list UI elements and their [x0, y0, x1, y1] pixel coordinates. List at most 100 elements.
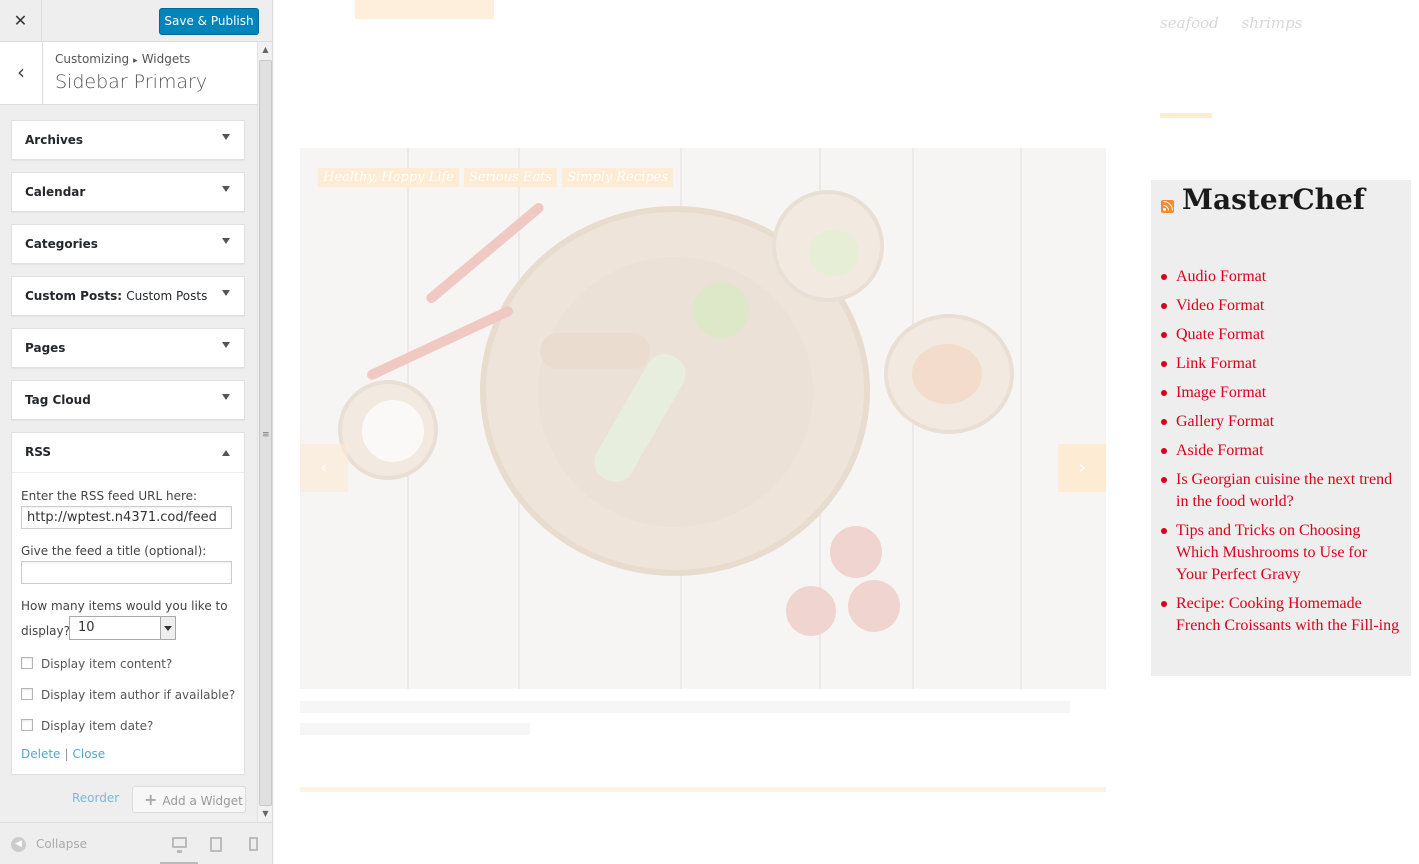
- tag-link[interactable]: shrimps: [1242, 14, 1303, 32]
- category-badge[interactable]: Simply Recipes: [562, 168, 673, 187]
- chevron-up-icon[interactable]: [222, 450, 230, 456]
- shrimp: [912, 344, 982, 404]
- category-badge[interactable]: Serious Eats: [463, 168, 558, 187]
- rss-item-link[interactable]: Aside Format: [1161, 440, 1401, 462]
- widget-archives[interactable]: Archives: [11, 120, 245, 160]
- featured-slider: Healthy, Happy Life Serious Eats Simply Re…: [300, 148, 1106, 689]
- show-date-checkbox[interactable]: [21, 719, 33, 731]
- delete-link[interactable]: Delete: [21, 747, 60, 761]
- widget-title: Pages: [25, 341, 66, 355]
- customizer-footer: ◀ Collapse: [0, 822, 272, 864]
- section-header: ‹ Customizing ▸ Widgets Sidebar Primary: [0, 42, 257, 105]
- excerpt-line: [300, 723, 530, 735]
- collapse-button[interactable]: Collapse: [36, 837, 87, 851]
- widget-tag-cloud[interactable]: Tag Cloud: [11, 380, 245, 420]
- widget-title: Categories: [25, 237, 98, 251]
- panel-scrollbar[interactable]: ▲ ≡ ▼: [257, 42, 272, 822]
- scroll-up-arrow-icon[interactable]: ▲: [258, 42, 272, 58]
- widget-type: Custom Posts:: [25, 289, 123, 303]
- collapse-icon[interactable]: ◀: [11, 837, 26, 852]
- feed-title-input[interactable]: [21, 561, 232, 584]
- show-content-label: Display item content?: [41, 657, 173, 671]
- rss-item-link[interactable]: Is Georgian cuisine the next trend in th…: [1161, 469, 1401, 513]
- chevron-down-icon[interactable]: [222, 342, 230, 348]
- breadcrumb-root: Customizing: [55, 52, 130, 66]
- rss-item-link[interactable]: Video Format: [1161, 295, 1401, 317]
- widget-rss: RSS Enter the RSS feed URL here: http://…: [11, 432, 245, 775]
- rss-item-link[interactable]: Recipe: Cooking Homemade French Croissan…: [1161, 593, 1401, 637]
- add-widget-button[interactable]: + Add a Widget: [132, 786, 246, 813]
- read-more-button[interactable]: [355, 0, 494, 19]
- show-author-row: Display item author if available?: [21, 688, 235, 702]
- breadcrumb-section: Widgets: [141, 52, 191, 66]
- chevron-down-icon[interactable]: [222, 394, 230, 400]
- grip-icon: ≡: [262, 430, 270, 440]
- chevron-left-icon[interactable]: ‹: [300, 444, 348, 492]
- section-accent: [1160, 113, 1212, 118]
- rss-sidebar-widget: MasterChef Audio Format Video Format Qua…: [1151, 180, 1411, 676]
- ginger: [540, 333, 650, 369]
- rss-item-link[interactable]: Link Format: [1161, 353, 1401, 375]
- rice: [362, 400, 424, 462]
- item-count-label: How many items would you like to: [21, 599, 228, 613]
- close-icon[interactable]: ✕: [0, 0, 42, 42]
- scroll-down-arrow-icon[interactable]: ▼: [258, 806, 272, 822]
- item-count-select[interactable]: 10: [69, 616, 176, 640]
- customizer-header: ✕ Save & Publish: [0, 0, 272, 42]
- mobile-icon[interactable]: [249, 837, 258, 851]
- item-count-value: 10: [78, 620, 95, 635]
- reorder-link[interactable]: Reorder: [72, 791, 119, 805]
- show-content-checkbox[interactable]: [21, 657, 33, 669]
- chevron-down-icon[interactable]: [222, 290, 230, 296]
- rss-item-link[interactable]: Quate Format: [1161, 324, 1401, 346]
- show-author-label: Display item author if available?: [41, 688, 236, 702]
- chevron-down-icon[interactable]: [222, 134, 230, 140]
- chevron-down-icon[interactable]: [222, 238, 230, 244]
- widget-custom-posts[interactable]: Custom Posts: Custom Posts: [11, 276, 245, 316]
- save-publish-button[interactable]: Save & Publish: [159, 8, 259, 35]
- tag-link[interactable]: seafood: [1160, 14, 1219, 32]
- back-button[interactable]: ‹: [0, 42, 43, 105]
- desktop-icon[interactable]: [172, 837, 187, 853]
- widget-title: Archives: [25, 133, 84, 147]
- show-author-checkbox[interactable]: [21, 688, 33, 700]
- scroll-thumb[interactable]: ≡: [259, 60, 272, 806]
- widget-pages[interactable]: Pages: [11, 328, 245, 368]
- widget-actions: Delete | Close: [21, 747, 105, 761]
- feed-title-label: Give the feed a title (optional):: [21, 544, 207, 558]
- rss-item-link[interactable]: Tips and Tricks on Choosing Which Mushro…: [1161, 520, 1401, 586]
- tomato: [830, 526, 882, 578]
- site-preview: seafood shrimps Healthy, Happy Life Serio…: [274, 0, 1419, 864]
- lime: [693, 282, 749, 338]
- close-link[interactable]: Close: [72, 747, 105, 761]
- rss-item-link[interactable]: Gallery Format: [1161, 411, 1401, 433]
- tag-cloud: seafood shrimps: [1160, 14, 1320, 32]
- tomato: [848, 580, 900, 632]
- widget-calendar[interactable]: Calendar: [11, 172, 245, 212]
- rss-widget-header[interactable]: RSS: [12, 433, 244, 473]
- rss-widget-title[interactable]: MasterChef: [1182, 183, 1365, 216]
- plus-icon: +: [144, 790, 158, 809]
- rss-item-link[interactable]: Audio Format: [1161, 266, 1401, 288]
- chevron-down-icon[interactable]: [222, 186, 230, 192]
- rss-item-list: Audio Format Video Format Quate Format L…: [1161, 266, 1401, 644]
- breadcrumb-separator: ▸: [133, 56, 138, 66]
- rss-item-link[interactable]: Image Format: [1161, 382, 1401, 404]
- post-divider: [300, 787, 1106, 792]
- feed-url-input[interactable]: http://wptest.n4371.cod/feed: [21, 506, 232, 529]
- panel-title: Sidebar Primary: [55, 71, 208, 93]
- tablet-icon[interactable]: [210, 837, 222, 852]
- wood-plank: [1020, 148, 1022, 689]
- add-widget-label: Add a Widget: [162, 794, 243, 808]
- show-date-row: Display item date?: [21, 719, 153, 733]
- excerpt-line: [300, 701, 1070, 713]
- widget-categories[interactable]: Categories: [11, 224, 245, 264]
- widget-title: Custom Posts: Custom Posts: [25, 289, 207, 303]
- tomato: [786, 586, 836, 636]
- chevron-right-icon[interactable]: ›: [1058, 444, 1106, 492]
- show-date-label: Display item date?: [41, 719, 154, 733]
- dropdown-arrow-icon[interactable]: [160, 617, 175, 639]
- category-badge[interactable]: Healthy, Happy Life: [318, 168, 459, 187]
- rss-feed-icon[interactable]: [1161, 200, 1174, 213]
- widget-title: Calendar: [25, 185, 86, 199]
